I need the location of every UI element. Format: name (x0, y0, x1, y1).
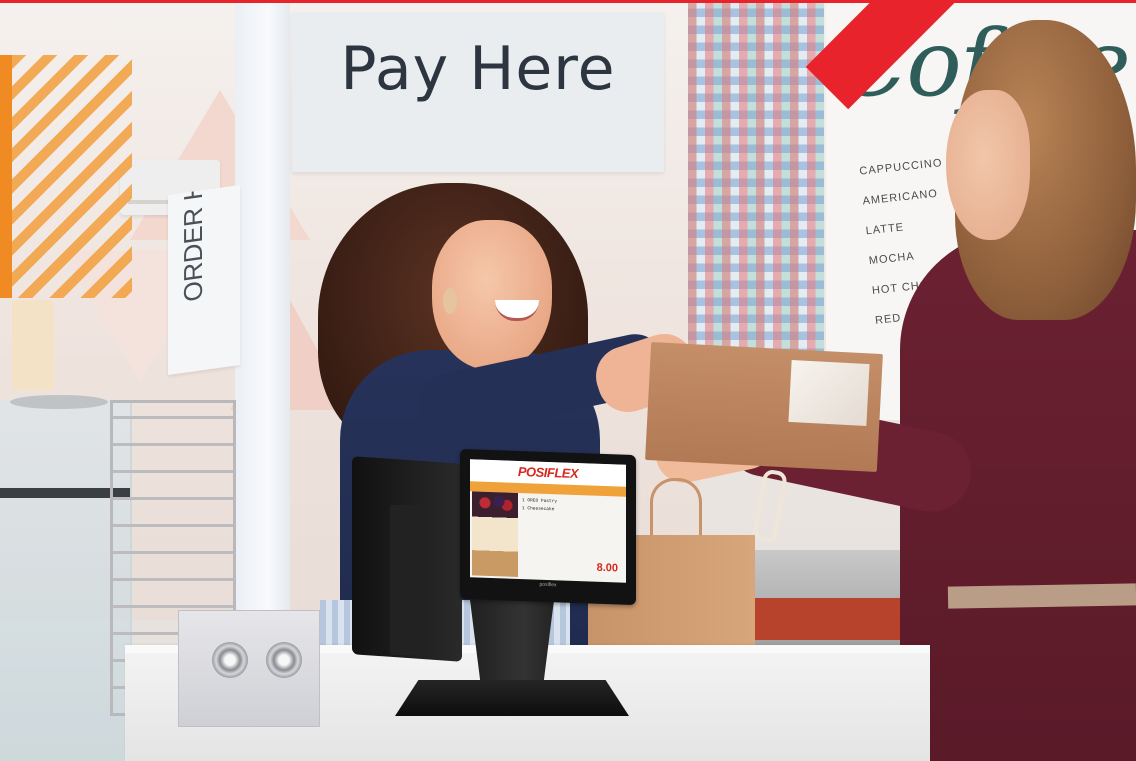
mosaic-tile-column (688, 0, 824, 360)
cake-display (12, 300, 54, 390)
pastry-box-window (788, 360, 870, 426)
pos-total: 8.00 (596, 561, 618, 575)
bracelet (751, 468, 789, 544)
pos-terminal: POSIFLEX 1 OREO Pastry 1 Cheesecake 8.00… (460, 448, 636, 606)
pos-base (395, 680, 629, 716)
speaker-cone (212, 642, 248, 678)
pay-here-sign: Pay Here (292, 12, 664, 172)
pay-here-sign-text: Pay Here (340, 34, 616, 104)
photo-scene: Coffee CAPPUCCINO AMERICANO LATTE MOCHA … (0, 0, 1136, 761)
red-top-border (0, 0, 1136, 3)
pos-order-lines: 1 OREO Pastry 1 Cheesecake (522, 497, 622, 516)
pos-rear-panel (390, 505, 430, 655)
support-pillar (235, 0, 290, 640)
customer-belt (947, 583, 1136, 609)
speaker-cone (266, 642, 302, 678)
pos-screen: POSIFLEX 1 OREO Pastry 1 Cheesecake 8.00 (470, 459, 626, 583)
order-here-sign-text: ORDER HERE (178, 184, 208, 304)
order-here-sign: ORDER HERE (168, 184, 240, 376)
pos-logo: POSIFLEX (517, 463, 579, 482)
customer-face (946, 90, 1030, 240)
orange-accent-bar (0, 55, 12, 298)
cake-stand (10, 395, 108, 409)
pos-product-berries (475, 493, 515, 513)
orange-hatch-decor (12, 55, 132, 298)
earring (443, 288, 457, 314)
